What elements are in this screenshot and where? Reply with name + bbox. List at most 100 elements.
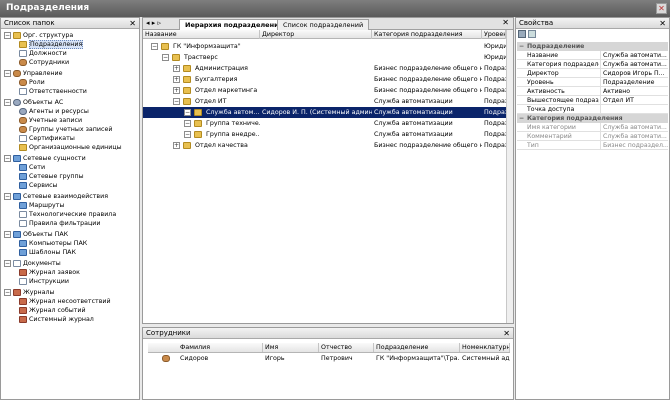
- employee-row[interactable]: Сидоров Игорь Петрович ГК "Информзащита"…: [148, 353, 510, 364]
- property-row[interactable]: Уровень Подразделение: [517, 78, 668, 87]
- department-row[interactable]: − Служба автом... Сидоров И. П. (Системный…: [143, 107, 506, 118]
- folder-tree-item[interactable]: Учетные записи: [19, 116, 82, 125]
- category-collapse-icon[interactable]: −: [519, 114, 524, 123]
- row-expander-icon[interactable]: −: [184, 131, 191, 138]
- row-expander-icon[interactable]: −: [184, 120, 191, 127]
- department-row[interactable]: − Группа техниче... Служба автоматизации По…: [143, 118, 506, 129]
- row-expander-icon[interactable]: +: [173, 76, 180, 83]
- folder-tree-item[interactable]: Сертификаты: [19, 134, 75, 143]
- tree-expander-icon[interactable]: −: [4, 154, 11, 162]
- folder-tree-item[interactable]: Подразделения: [19, 40, 84, 49]
- property-row[interactable]: Точка доступа: [517, 105, 668, 114]
- tree-expander-icon[interactable]: −: [4, 69, 11, 77]
- property-value[interactable]: Служба автомати...: [600, 132, 668, 141]
- property-value[interactable]: Служба автомати...: [600, 51, 668, 60]
- row-expander-icon[interactable]: −: [173, 98, 180, 105]
- column-header-director[interactable]: Директор: [260, 30, 372, 39]
- folder-list-close-icon[interactable]: ✕: [129, 18, 136, 29]
- folder-tree-item[interactable]: Инструкции: [19, 277, 69, 286]
- folder-tree-item[interactable]: Агенты и ресурсы: [19, 107, 89, 116]
- property-row[interactable]: Вышестоящее подраздел...Отдел ИТ: [517, 96, 668, 105]
- folder-tree-item[interactable]: − Управление: [4, 69, 63, 78]
- folder-tree-item[interactable]: − Объекты АС: [4, 98, 63, 107]
- folder-tree-item[interactable]: Ответственности: [19, 87, 87, 96]
- column-header-last-name[interactable]: Фамилия: [178, 343, 263, 352]
- department-row[interactable]: + Бухгалтерия Бизнес подразделение общего …: [143, 74, 506, 85]
- folder-tree-item[interactable]: Компьютеры ПАК: [19, 239, 87, 248]
- window-close-button[interactable]: ✕: [656, 3, 667, 14]
- row-expander-icon[interactable]: +: [173, 65, 180, 72]
- tab-list[interactable]: Список подразделений: [277, 19, 370, 30]
- property-value[interactable]: Сидоров Игорь П...: [600, 69, 668, 78]
- employees-close-icon[interactable]: ✕: [503, 328, 510, 339]
- row-expander-icon[interactable]: +: [173, 142, 180, 149]
- column-header-middle-name[interactable]: Отчество: [319, 343, 374, 352]
- property-value[interactable]: Подразделение: [600, 78, 668, 87]
- folder-tree-item[interactable]: − Сетевые взаимодействия: [4, 192, 108, 201]
- column-header-category[interactable]: Категория подразделения: [372, 30, 482, 39]
- property-value[interactable]: Служба автомати...: [600, 123, 668, 132]
- column-header-first-name[interactable]: Имя: [263, 343, 319, 352]
- column-header-department[interactable]: Подразделение: [374, 343, 460, 352]
- department-row[interactable]: + Отдел качества Бизнес подразделение обще…: [143, 140, 506, 151]
- property-value[interactable]: Активно: [600, 87, 668, 96]
- folder-tree-item[interactable]: − Орг. структура: [4, 31, 73, 40]
- folder-tree-item[interactable]: Группы учетных записей: [19, 125, 112, 134]
- property-row[interactable]: Активность Активно: [517, 87, 668, 96]
- tabs-close-icon[interactable]: ✕: [502, 18, 509, 27]
- folder-tree-item[interactable]: Технологические правила: [19, 210, 116, 219]
- category-collapse-icon[interactable]: −: [519, 42, 524, 51]
- folder-tree-item[interactable]: Роли: [19, 78, 45, 87]
- column-header-name[interactable]: Название: [143, 30, 260, 39]
- folder-tree-item[interactable]: Сервисы: [19, 181, 58, 190]
- property-category[interactable]: Категория подразделения −: [517, 114, 668, 123]
- tree-expander-icon[interactable]: −: [4, 259, 11, 267]
- tab-nav-arrows-icon[interactable]: ◂ ▸ ▹: [146, 19, 161, 27]
- property-row[interactable]: Название Служба автомати...: [517, 51, 668, 60]
- property-row[interactable]: Имя категории Служба автомати...: [517, 123, 668, 132]
- tree-expander-icon[interactable]: −: [4, 288, 11, 296]
- department-row[interactable]: − Трастверс Юридиче: [143, 52, 506, 63]
- tree-expander-icon[interactable]: −: [4, 98, 11, 106]
- folder-tree-item[interactable]: Организационные единицы: [19, 143, 122, 152]
- folder-tree-item[interactable]: − Документы: [4, 259, 61, 268]
- sort-categorized-icon[interactable]: [518, 30, 526, 38]
- column-header-nomenclature[interactable]: Номенклатурн...: [460, 343, 510, 352]
- folder-tree-item[interactable]: Маршруты: [19, 201, 64, 210]
- tab-hierarchy[interactable]: Иерархия подразделений: [179, 19, 290, 30]
- tree-expander-icon[interactable]: −: [4, 192, 11, 200]
- column-header-level[interactable]: Уровень: [482, 30, 506, 39]
- folder-tree-item[interactable]: Журнал несоответствий: [19, 297, 111, 306]
- property-row[interactable]: Комментарий Служба автомати...: [517, 132, 668, 141]
- property-value[interactable]: [600, 105, 668, 114]
- tree-expander-icon[interactable]: −: [4, 230, 11, 238]
- property-row[interactable]: Категория подразделенияСлужба автомати..…: [517, 60, 668, 69]
- property-category[interactable]: Подразделение −: [517, 42, 668, 51]
- row-expander-icon[interactable]: −: [151, 43, 158, 50]
- department-row[interactable]: + Отдел маркетинга Бизнес подразделение об…: [143, 85, 506, 96]
- property-value[interactable]: Служба автомати...: [600, 60, 668, 69]
- folder-tree-item[interactable]: Шаблоны ПАК: [19, 248, 76, 257]
- property-value[interactable]: Бизнес подраздел...: [600, 141, 668, 150]
- row-expander-icon[interactable]: +: [173, 87, 180, 94]
- hierarchy-vertical-scrollbar[interactable]: [506, 30, 513, 323]
- folder-tree-item[interactable]: − Сетевые сущности: [4, 154, 86, 163]
- properties-close-icon[interactable]: ✕: [659, 18, 666, 29]
- folder-tree-item[interactable]: Правила фильтрации: [19, 219, 101, 228]
- folder-tree-item[interactable]: Журнал заявок: [19, 268, 80, 277]
- sort-alphabetical-icon[interactable]: [528, 30, 537, 38]
- property-row[interactable]: Тип Бизнес подраздел...: [517, 141, 668, 150]
- department-row[interactable]: − ГК "Информзащита" Юридиче: [143, 41, 506, 52]
- row-expander-icon[interactable]: −: [184, 109, 191, 116]
- property-value[interactable]: Отдел ИТ: [600, 96, 668, 105]
- folder-tree-item[interactable]: Сетевые группы: [19, 172, 84, 181]
- department-row[interactable]: − Группа внедре... Служба автоматизации Под…: [143, 129, 506, 140]
- folder-tree-item[interactable]: Должности: [19, 49, 67, 58]
- tree-expander-icon[interactable]: −: [4, 31, 11, 39]
- folder-tree-item[interactable]: Сотрудники: [19, 58, 69, 67]
- property-row[interactable]: Директор Сидоров Игорь П...: [517, 69, 668, 78]
- folder-tree-item[interactable]: Сети: [19, 163, 45, 172]
- folder-tree-item[interactable]: Системный журнал: [19, 315, 94, 324]
- folder-tree-item[interactable]: − Журналы: [4, 288, 54, 297]
- department-row[interactable]: − Отдел ИТ Служба автоматизации Подразде: [143, 96, 506, 107]
